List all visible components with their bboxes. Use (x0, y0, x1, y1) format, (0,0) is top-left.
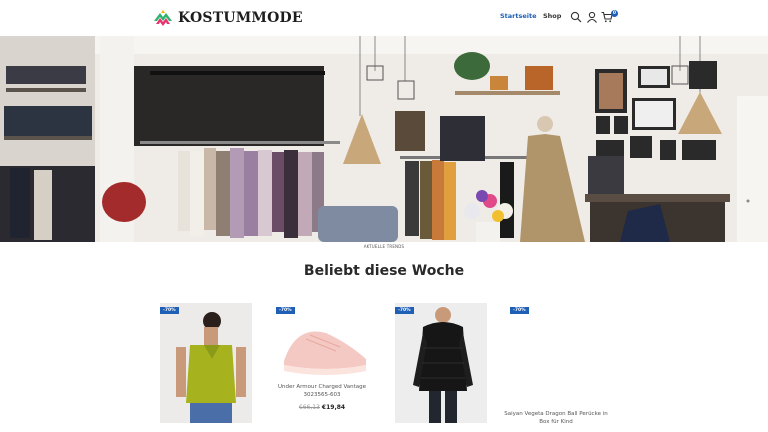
product-price: €66,13 €19,84 (276, 404, 368, 411)
old-price: €66,13 (298, 404, 320, 411)
sale-price: €19,84 (321, 404, 346, 411)
product-card[interactable]: -70% Saiyan Vegeta Dragon Ball Perücke i… (504, 303, 608, 432)
section-title: Beliebt diese Woche (303, 263, 465, 279)
product-image (395, 303, 487, 423)
user-icon[interactable] (586, 11, 598, 23)
discount-badge: -70% (395, 307, 414, 314)
product-card[interactable]: -70% Under Armour Charged Vantage 302356… (276, 303, 368, 432)
product-name[interactable]: Saiyan Vegeta Dragon Ball Perücke in Box… (504, 410, 608, 426)
brand-name: KOSTUMMODE (178, 10, 303, 26)
site-header: KOSTUMMODE Startseite Shop 0 (0, 0, 768, 36)
cart-count-badge: 0 (611, 10, 618, 17)
discount-badge: -70% (276, 307, 295, 314)
product-image (510, 303, 602, 423)
brand-logo[interactable]: KOSTUMMODE (152, 7, 303, 29)
product-card[interactable]: -70% (160, 303, 252, 432)
nav-shop[interactable]: Shop (543, 12, 561, 20)
discount-badge: -70% (510, 307, 529, 314)
nav-startseite[interactable]: Startseite (500, 12, 537, 20)
product-card[interactable]: -70% (395, 303, 487, 432)
hero-caption: AKTUELLE TRENDS (363, 244, 405, 249)
hero-store-image (0, 36, 768, 242)
product-name[interactable]: Under Armour Charged Vantage 3023565-603 (270, 383, 374, 399)
discount-badge: -70% (160, 307, 179, 314)
hero-banner[interactable] (0, 36, 768, 242)
logo-mark-icon (154, 10, 172, 26)
search-icon[interactable] (570, 11, 582, 23)
product-image (160, 303, 252, 423)
